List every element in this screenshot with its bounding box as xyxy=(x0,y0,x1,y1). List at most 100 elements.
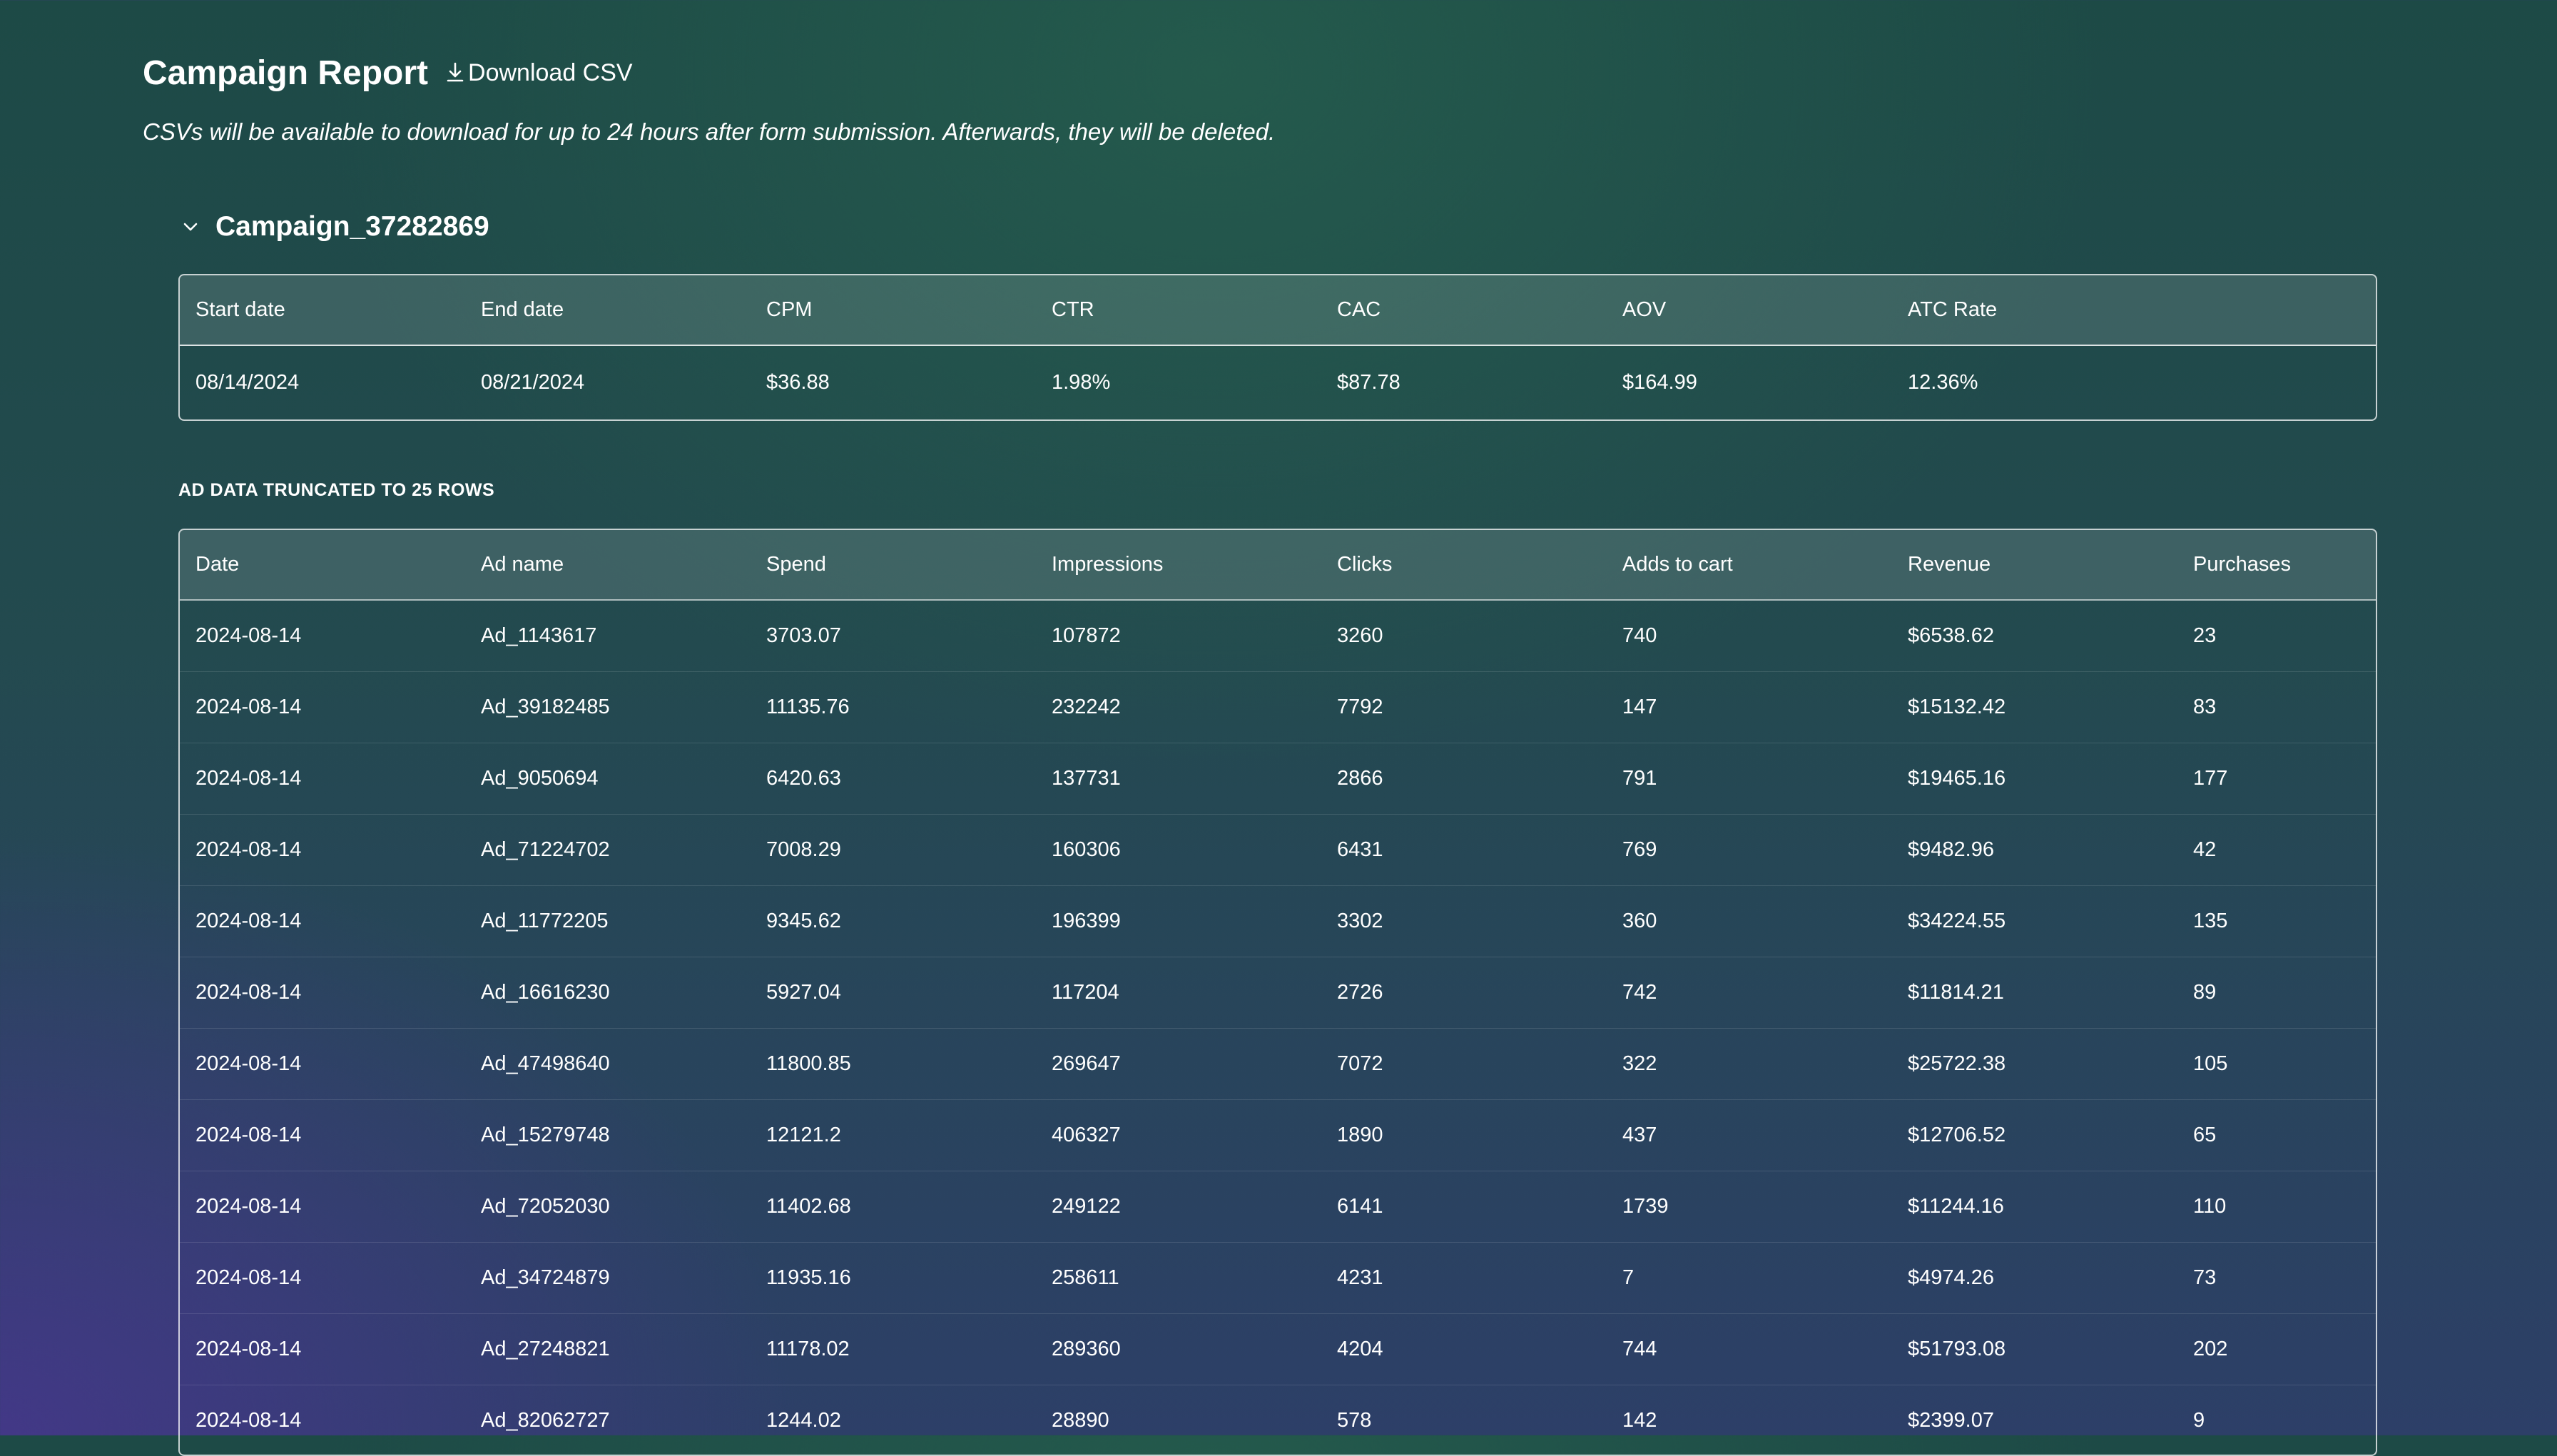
cell-impressions: 406327 xyxy=(1036,1100,1321,1171)
summary-header-row: Start date End date CPM CTR CAC AOV ATC … xyxy=(180,275,2376,345)
report-header: Campaign Report Download CSV xyxy=(143,50,633,96)
cell-impressions: 289360 xyxy=(1036,1314,1321,1385)
cell-purchases: 65 xyxy=(2177,1100,2376,1171)
cell-purchases: 110 xyxy=(2177,1171,2376,1243)
cell-date: 2024-08-14 xyxy=(180,886,465,957)
summary-header-end-date: End date xyxy=(465,275,751,345)
download-csv-button[interactable]: Download CSV xyxy=(445,59,633,87)
cell-spend: 5927.04 xyxy=(751,957,1036,1029)
table-row: 2024-08-14Ad_1527974812121.2406327189043… xyxy=(180,1100,2376,1171)
cell-impressions: 160306 xyxy=(1036,815,1321,886)
cell-ad-name: Ad_39182485 xyxy=(465,672,751,743)
cell-date: 2024-08-14 xyxy=(180,1314,465,1385)
cell-impressions: 196399 xyxy=(1036,886,1321,957)
cell-date: 2024-08-14 xyxy=(180,743,465,815)
cell-purchases: 23 xyxy=(2177,600,2376,672)
cell-adds-to-cart: 7 xyxy=(1607,1243,1892,1314)
cell-spend: 12121.2 xyxy=(751,1100,1036,1171)
cell-ad-name: Ad_34724879 xyxy=(465,1243,751,1314)
column-header-revenue: Revenue xyxy=(1892,530,2177,600)
ad-data-table: Date Ad name Spend Impressions Clicks Ad… xyxy=(178,529,2377,1456)
ad-table-header-row: Date Ad name Spend Impressions Clicks Ad… xyxy=(180,530,2376,600)
cell-impressions: 28890 xyxy=(1036,1385,1321,1456)
cell-clicks: 7792 xyxy=(1321,672,1607,743)
cell-clicks: 7072 xyxy=(1321,1029,1607,1100)
cell-purchases: 89 xyxy=(2177,957,2376,1029)
cell-ad-name: Ad_1143617 xyxy=(465,600,751,672)
cell-clicks: 578 xyxy=(1321,1385,1607,1456)
cell-adds-to-cart: 360 xyxy=(1607,886,1892,957)
cell-revenue: $19465.16 xyxy=(1892,743,2177,815)
cell-ad-name: Ad_71224702 xyxy=(465,815,751,886)
cell-impressions: 232242 xyxy=(1036,672,1321,743)
column-header-clicks: Clicks xyxy=(1321,530,1607,600)
cell-ad-name: Ad_15279748 xyxy=(465,1100,751,1171)
summary-cpm: $36.88 xyxy=(751,345,1036,419)
cell-adds-to-cart: 744 xyxy=(1607,1314,1892,1385)
table-row: 2024-08-14Ad_712247027008.29160306643176… xyxy=(180,815,2376,886)
cell-spend: 11935.16 xyxy=(751,1243,1036,1314)
cell-purchases: 135 xyxy=(2177,886,2376,957)
cell-date: 2024-08-14 xyxy=(180,672,465,743)
cell-clicks: 4204 xyxy=(1321,1314,1607,1385)
summary-header-ctr: CTR xyxy=(1036,275,1321,345)
cell-purchases: 42 xyxy=(2177,815,2376,886)
chevron-down-icon xyxy=(178,215,203,239)
cell-clicks: 3302 xyxy=(1321,886,1607,957)
cell-clicks: 2726 xyxy=(1321,957,1607,1029)
summary-atc-rate: 12.36% xyxy=(1892,345,2376,419)
cell-ad-name: Ad_9050694 xyxy=(465,743,751,815)
column-header-spend: Spend xyxy=(751,530,1036,600)
cell-purchases: 73 xyxy=(2177,1243,2376,1314)
summary-header-atc-rate: ATC Rate xyxy=(1892,275,2376,345)
cell-revenue: $11814.21 xyxy=(1892,957,2177,1029)
cell-date: 2024-08-14 xyxy=(180,1100,465,1171)
table-row: 2024-08-14Ad_7205203011402.6824912261411… xyxy=(180,1171,2376,1243)
cell-purchases: 83 xyxy=(2177,672,2376,743)
cell-adds-to-cart: 740 xyxy=(1607,600,1892,672)
cell-spend: 11178.02 xyxy=(751,1314,1036,1385)
cell-spend: 6420.63 xyxy=(751,743,1036,815)
table-row: 2024-08-14Ad_3472487911935.1625861142317… xyxy=(180,1243,2376,1314)
cell-purchases: 177 xyxy=(2177,743,2376,815)
cell-date: 2024-08-14 xyxy=(180,1385,465,1456)
column-header-date: Date xyxy=(180,530,465,600)
cell-revenue: $2399.07 xyxy=(1892,1385,2177,1456)
campaign-section-toggle[interactable]: Campaign_37282869 xyxy=(178,211,489,243)
cell-ad-name: Ad_72052030 xyxy=(465,1171,751,1243)
cell-spend: 1244.02 xyxy=(751,1385,1036,1456)
cell-impressions: 249122 xyxy=(1036,1171,1321,1243)
cell-date: 2024-08-14 xyxy=(180,600,465,672)
cell-clicks: 6431 xyxy=(1321,815,1607,886)
summary-end-date: 08/21/2024 xyxy=(465,345,751,419)
cell-spend: 7008.29 xyxy=(751,815,1036,886)
column-header-adds-to-cart: Adds to cart xyxy=(1607,530,1892,600)
cell-revenue: $15132.42 xyxy=(1892,672,2177,743)
cell-impressions: 269647 xyxy=(1036,1029,1321,1100)
summary-header-cpm: CPM xyxy=(751,275,1036,345)
cell-impressions: 107872 xyxy=(1036,600,1321,672)
column-header-impressions: Impressions xyxy=(1036,530,1321,600)
summary-aov: $164.99 xyxy=(1607,345,1892,419)
cell-date: 2024-08-14 xyxy=(180,815,465,886)
cell-clicks: 2866 xyxy=(1321,743,1607,815)
summary-header-cac: CAC xyxy=(1321,275,1607,345)
cell-purchases: 9 xyxy=(2177,1385,2376,1456)
download-icon xyxy=(445,61,465,85)
table-row: 2024-08-14Ad_166162305927.04117204272674… xyxy=(180,957,2376,1029)
cell-adds-to-cart: 142 xyxy=(1607,1385,1892,1456)
summary-header-start-date: Start date xyxy=(180,275,465,345)
cell-spend: 11800.85 xyxy=(751,1029,1036,1100)
table-row: 2024-08-14Ad_11436173703.071078723260740… xyxy=(180,600,2376,672)
campaign-name: Campaign_37282869 xyxy=(215,211,489,243)
summary-cac: $87.78 xyxy=(1321,345,1607,419)
summary-ctr: 1.98% xyxy=(1036,345,1321,419)
cell-revenue: $34224.55 xyxy=(1892,886,2177,957)
cell-date: 2024-08-14 xyxy=(180,1243,465,1314)
cell-revenue: $51793.08 xyxy=(1892,1314,2177,1385)
cell-date: 2024-08-14 xyxy=(180,957,465,1029)
cell-revenue: $11244.16 xyxy=(1892,1171,2177,1243)
cell-spend: 9345.62 xyxy=(751,886,1036,957)
cell-ad-name: Ad_82062727 xyxy=(465,1385,751,1456)
cell-revenue: $25722.38 xyxy=(1892,1029,2177,1100)
